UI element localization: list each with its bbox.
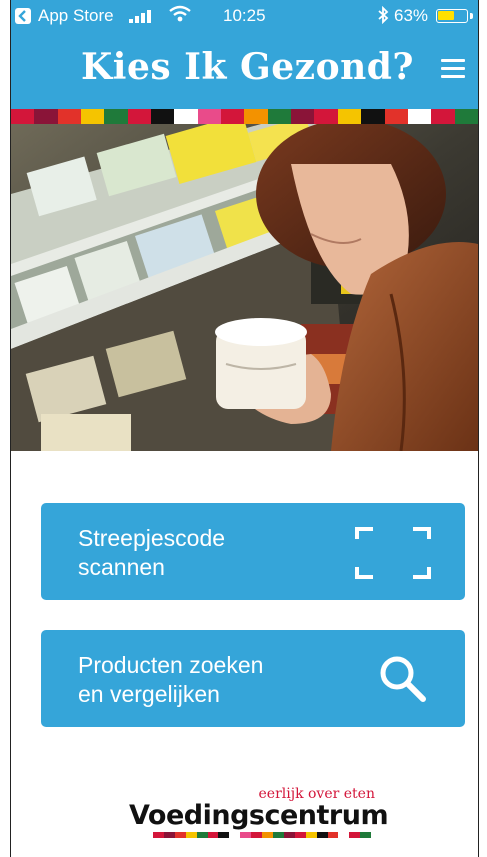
- strip-segment: [251, 832, 263, 838]
- device-frame-left: [0, 0, 11, 857]
- strip-segment: [151, 109, 175, 124]
- strip-segment: [361, 109, 385, 124]
- app-screen: App Store 10:25 63% Kies Ik Gezond? Stre…: [11, 0, 478, 857]
- strip-segment: [305, 832, 317, 838]
- battery-tip: [470, 13, 473, 19]
- search-label-line1: Producten zoeken: [78, 652, 264, 678]
- battery-level-fill: [438, 11, 454, 20]
- barcode-scan-icon: [355, 527, 431, 579]
- strip-segment: [272, 832, 284, 838]
- cellular-signal-icon: [129, 10, 151, 23]
- strip-segment: [229, 832, 241, 838]
- strip-segment: [267, 109, 292, 124]
- strip-segment: [337, 109, 362, 124]
- strip-segment: [163, 832, 175, 838]
- strip-segment: [174, 109, 198, 124]
- strip-segment: [81, 109, 105, 124]
- battery-percentage: 63%: [394, 6, 429, 25]
- strip-segment: [294, 832, 306, 838]
- scan-barcode-label: Streepjescode scannen: [78, 524, 338, 582]
- strip-segment: [174, 832, 186, 838]
- voedingscentrum-logo: eerlijk over eten Voedingscentrum: [129, 780, 389, 844]
- search-icon: [380, 656, 426, 702]
- device-frame-right: [478, 0, 487, 857]
- battery-icon: [436, 9, 468, 23]
- strip-segment: [454, 109, 478, 124]
- strip-segment: [34, 109, 58, 124]
- back-app-label[interactable]: App Store: [38, 6, 114, 26]
- strip-segment: [283, 832, 295, 838]
- logo-brand-name: Voedingscentrum: [129, 800, 389, 831]
- strip-segment: [218, 832, 230, 838]
- strip-segment: [127, 109, 152, 124]
- clock: 10:25: [223, 6, 266, 25]
- search-label-line2: en vergelijken: [78, 681, 220, 707]
- strip-segment: [207, 832, 219, 838]
- strip-segment: [153, 832, 164, 838]
- scan-label-line2: scannen: [78, 554, 165, 580]
- brand-color-strip: [11, 109, 478, 124]
- app-title: Kies Ik Gezond?: [81, 46, 415, 88]
- bluetooth-icon: [378, 6, 389, 24]
- strip-segment: [197, 109, 222, 124]
- strip-segment: [327, 832, 339, 838]
- strip-segment: [244, 109, 268, 124]
- strip-segment: [291, 109, 315, 124]
- search-compare-label: Producten zoeken en vergelijken: [78, 651, 338, 709]
- strip-segment: [240, 832, 252, 838]
- strip-segment: [384, 109, 408, 124]
- scan-label-line1: Streepjescode: [78, 525, 226, 551]
- strip-segment: [316, 832, 328, 838]
- strip-segment: [11, 109, 35, 124]
- hero-image: [11, 124, 478, 451]
- strip-segment: [349, 832, 361, 838]
- search-compare-button[interactable]: Producten zoeken en vergelijken: [41, 630, 465, 727]
- strip-segment: [407, 109, 432, 124]
- strip-segment: [262, 832, 273, 838]
- strip-segment: [57, 109, 82, 124]
- strip-segment: [314, 109, 338, 124]
- app-header: Kies Ik Gezond?: [11, 32, 478, 109]
- scan-barcode-button[interactable]: Streepjescode scannen: [41, 503, 465, 600]
- strip-segment: [431, 109, 455, 124]
- logo-color-strip: [153, 832, 372, 838]
- wifi-icon: [169, 5, 191, 22]
- strip-segment: [185, 832, 197, 838]
- hamburger-menu-icon[interactable]: [441, 59, 465, 79]
- status-bar: App Store 10:25 63%: [11, 0, 478, 32]
- strip-segment: [338, 832, 350, 838]
- strip-segment: [360, 832, 372, 838]
- back-to-app-button[interactable]: [15, 8, 31, 24]
- strip-segment: [196, 832, 208, 838]
- strip-segment: [104, 109, 128, 124]
- strip-segment: [221, 109, 245, 124]
